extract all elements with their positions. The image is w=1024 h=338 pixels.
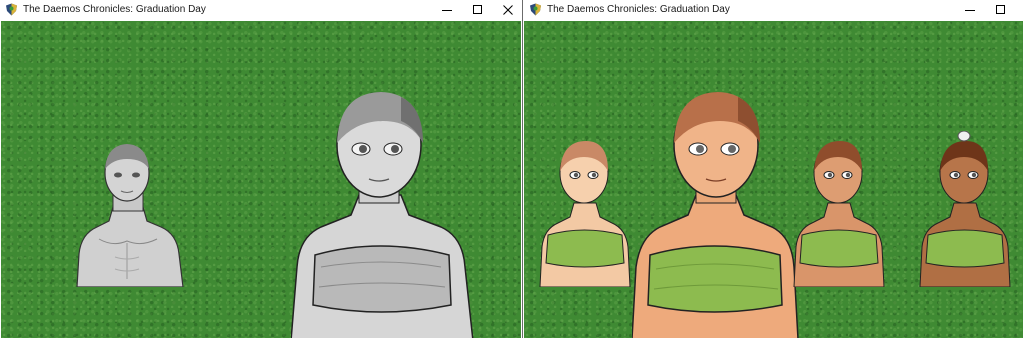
female-body-sprite xyxy=(291,92,474,338)
window-title: The Daemos Chronicles: Graduation Day xyxy=(23,4,206,15)
girl-sprite-brown xyxy=(919,131,1011,287)
male-body-sprite xyxy=(76,144,184,287)
minimize-button[interactable] xyxy=(432,0,462,20)
title-bar[interactable]: The Daemos Chronicles: Graduation Day xyxy=(0,0,522,20)
close-icon xyxy=(503,5,513,15)
minimize-button[interactable] xyxy=(955,0,985,20)
girl-sprite-tan xyxy=(793,141,885,287)
app-shield-icon xyxy=(530,3,541,16)
game-window-right: The Daemos Chronicles: Graduation Day xyxy=(524,0,1024,338)
maximize-icon xyxy=(473,5,482,14)
minimize-icon xyxy=(965,10,975,11)
close-button[interactable] xyxy=(493,0,522,20)
maximize-button[interactable] xyxy=(986,0,1016,20)
game-scene[interactable] xyxy=(524,21,1023,338)
maximize-icon xyxy=(996,5,1005,14)
girl-sprite-light xyxy=(539,141,631,287)
maximize-button[interactable] xyxy=(463,0,493,20)
window-title: The Daemos Chronicles: Graduation Day xyxy=(547,4,730,15)
game-scene[interactable] xyxy=(1,21,521,338)
game-window-left: The Daemos Chronicles: Graduation Day xyxy=(0,0,523,338)
girl-sprite-large xyxy=(632,92,799,338)
minimize-icon xyxy=(442,10,452,11)
title-bar[interactable]: The Daemos Chronicles: Graduation Day xyxy=(524,0,1024,20)
app-shield-icon xyxy=(6,3,17,16)
